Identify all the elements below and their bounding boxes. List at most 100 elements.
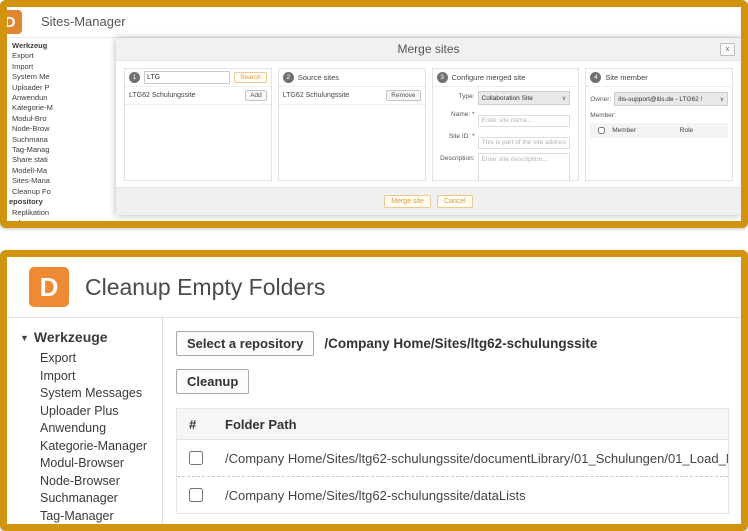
row-checkbox[interactable] <box>189 451 203 465</box>
merge-sites-dialog: Merge sites x 1 Search LTG62 Schulungssi… <box>116 38 741 215</box>
select-repository-button[interactable]: Select a repository <box>176 331 314 356</box>
type-select-value: Collaboration Site <box>482 95 533 102</box>
dialog-header: Merge sites x <box>116 38 741 61</box>
type-select[interactable]: Collaboration Site ∨ <box>478 91 571 105</box>
table-row: /Company Home/Sites/ltg62-schulungssite/… <box>177 440 728 477</box>
site-search-input[interactable] <box>144 71 230 84</box>
add-button[interactable]: Add <box>245 90 267 101</box>
sidebar-item-kategorie-manager[interactable]: Kategorie-M <box>12 103 126 113</box>
sidebar-item-share-statistics[interactable]: Share stati <box>12 155 126 165</box>
sidebar-item-sites-manager[interactable]: Sites-Mana <box>12 176 126 186</box>
app-logo: D <box>0 10 22 34</box>
cancel-button[interactable]: Cancel <box>437 195 473 208</box>
sidebar-item-suchmanager[interactable]: Suchmanager <box>7 490 162 508</box>
folder-path-column-header: Folder Path <box>225 417 728 432</box>
sidebar-items: Export Import System Messages Uploader P… <box>7 350 162 524</box>
sidebar-item-export[interactable]: Export <box>12 51 126 61</box>
step2-title: Source sites <box>298 73 339 82</box>
chevron-down-icon: ∨ <box>562 95 566 102</box>
source-site-row: LTG62 Schulungssite Remove <box>279 87 425 105</box>
sidebar-item-uploader-plus[interactable]: Uploader P <box>12 83 126 93</box>
sidebar-item-import[interactable]: Import <box>7 368 162 386</box>
sidebar-item-uploader-plus[interactable]: Uploader Plus <box>7 403 162 421</box>
tools-sidebar: Werkzeug Export Import System Me Uploade… <box>7 38 126 221</box>
repository-path: /Company Home/Sites/ltg62-schulungssite <box>324 336 597 351</box>
owner-select[interactable]: itis-support@itis.de - LTG62 ! ∨ <box>614 92 728 106</box>
step1-header: 1 Search <box>125 69 271 87</box>
sidebar-item-system-messages[interactable]: System Me <box>12 72 126 82</box>
repository-row: Select a repository /Company Home/Sites/… <box>176 330 729 356</box>
role-column-header: Role <box>680 127 728 134</box>
close-icon[interactable]: x <box>720 43 735 56</box>
member-table-header: Member Role <box>590 123 728 138</box>
sidebar-item-replikation[interactable]: Replikation <box>12 208 126 218</box>
sidebar-item-modell-manager[interactable]: Modell-Ma <box>12 166 126 176</box>
sidebar-item-anwendung[interactable]: Anwendun <box>12 93 126 103</box>
site-name-input[interactable] <box>478 115 571 127</box>
cleanup-empty-folders-window: D Cleanup Empty Folders ▼Werkzeuge Expor… <box>0 250 748 531</box>
table-row: /Company Home/Sites/ltg62-schulungssite/… <box>177 477 728 513</box>
sidebar-section-werkzeuge[interactable]: Werkzeug <box>12 41 126 51</box>
select-all-members-checkbox[interactable] <box>598 127 605 134</box>
sidebar-item-node-browser[interactable]: Node-Browser <box>7 473 162 491</box>
step4-site-member-panel: 4 Site member Owner: itis-support@itis.d… <box>585 68 733 181</box>
search-button[interactable]: Search <box>234 72 267 83</box>
step4-number-badge: 4 <box>590 72 601 83</box>
step1-number-badge: 1 <box>129 72 140 83</box>
page-title: Cleanup Empty Folders <box>85 257 325 317</box>
sidebar-item-import[interactable]: Import <box>12 62 126 72</box>
sidebar-item-tag-manager[interactable]: Tag-Manag <box>12 145 126 155</box>
search-result-label: LTG62 Schulungssite <box>129 92 195 99</box>
row-checkbox[interactable] <box>189 488 203 502</box>
member-label: Member: <box>586 106 732 123</box>
sidebar-item-cleanup-folders[interactable]: Cleanup Fo <box>12 187 126 197</box>
step2-number-badge: 2 <box>283 72 294 83</box>
sidebar-item-node-browser[interactable]: Node-Brow <box>12 124 126 134</box>
sidebar-item-export[interactable]: Export <box>7 350 162 368</box>
sidebar-section-benutzer[interactable]: nutzer un <box>9 218 126 221</box>
number-column-header: # <box>177 417 225 432</box>
sidebar-section-werkzeuge[interactable]: ▼Werkzeuge <box>7 328 162 348</box>
cleanup-button[interactable]: Cleanup <box>176 369 249 394</box>
step4-header: 4 Site member <box>586 69 732 87</box>
step2-header: 2 Source sites <box>279 69 425 87</box>
sidebar-item-modul-browser[interactable]: Modul-Browser <box>7 455 162 473</box>
screenshot-stage: D Sites-Manager Werkzeug Export Import S… <box>0 0 748 531</box>
step3-number-badge: 3 <box>437 72 448 83</box>
dialog-title: Merge sites <box>116 38 741 60</box>
merge-site-button[interactable]: Merge site <box>384 195 431 208</box>
cleanup-main: Select a repository /Company Home/Sites/… <box>164 318 741 524</box>
step2-source-sites-panel: 2 Source sites LTG62 Schulungssite Remov… <box>278 68 426 181</box>
type-label: Type: <box>433 91 478 100</box>
step3-header: 3 Configure merged site <box>433 69 579 87</box>
search-result-row: LTG62 Schulungssite Add <box>125 87 271 105</box>
cleanup-header: D Cleanup Empty Folders <box>7 257 741 318</box>
remove-button[interactable]: Remove <box>386 90 420 101</box>
step4-title: Site member <box>605 73 648 82</box>
folder-path-cell: /Company Home/Sites/ltg62-schulungssite/… <box>225 451 728 466</box>
sidebar-item-kategorie-manager[interactable]: Kategorie-Manager <box>7 438 162 456</box>
owner-select-value: itis-support@itis.de - LTG62 ! <box>618 96 702 103</box>
site-description-textarea[interactable] <box>478 153 571 181</box>
sites-manager-titlebar: D Sites-Manager <box>7 7 741 38</box>
page-title: Sites-Manager <box>41 7 126 37</box>
sidebar-section-repository[interactable]: epository <box>9 197 126 207</box>
sidebar-item-suchmanager[interactable]: Suchmana <box>12 135 126 145</box>
tools-sidebar: ▼Werkzeuge Export Import System Messages… <box>7 318 163 524</box>
folder-path-cell: /Company Home/Sites/ltg62-schulungssite/… <box>225 488 728 503</box>
table-header-row: # Folder Path <box>177 409 728 440</box>
sidebar-item-tag-manager[interactable]: Tag-Manager <box>7 508 162 525</box>
sidebar-item-modul-browser[interactable]: Modul-Bro <box>12 114 126 124</box>
triangle-down-icon: ▼ <box>20 333 29 343</box>
dialog-footer: Merge site Cancel <box>116 187 741 215</box>
step1-search-panel: 1 Search LTG62 Schulungssite Add <box>124 68 272 181</box>
sidebar-item-system-messages[interactable]: System Messages <box>7 385 162 403</box>
step3-configure-panel: 3 Configure merged site Type: Collaborat… <box>432 68 580 181</box>
sidebar-item-anwendung[interactable]: Anwendung <box>7 420 162 438</box>
site-id-input[interactable] <box>478 137 571 149</box>
member-column-header: Member <box>612 127 680 134</box>
empty-folders-table: # Folder Path /Company Home/Sites/ltg62-… <box>176 408 729 514</box>
site-id-label: Site ID: * <box>433 131 478 140</box>
source-site-label: LTG62 Schulungssite <box>283 92 349 99</box>
app-logo: D <box>29 267 69 307</box>
